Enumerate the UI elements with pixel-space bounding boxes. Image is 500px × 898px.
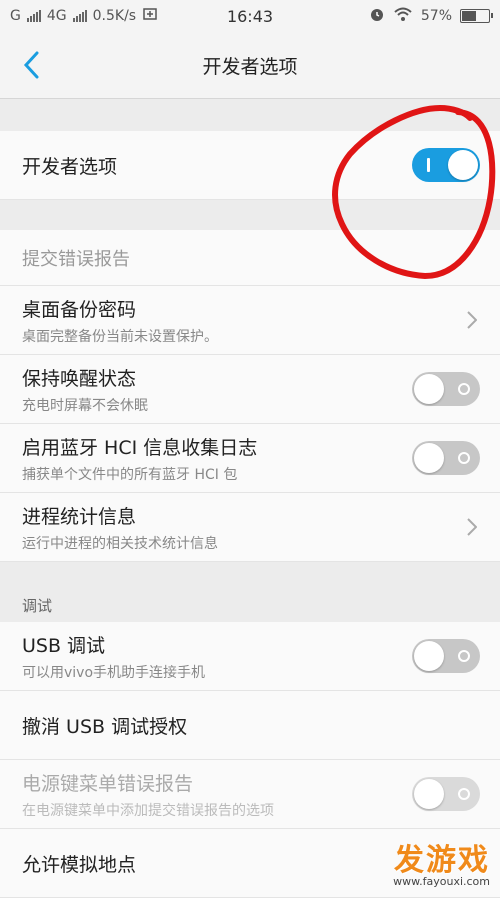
power-menu-bug-report-summary: 在电源键菜单中添加提交错误报告的选项 (22, 802, 274, 819)
chevron-right-icon (464, 514, 480, 540)
revoke-usb-auth-row[interactable]: 撤消 USB 调试授权 (0, 691, 500, 760)
stay-awake-row[interactable]: 保持唤醒状态 充电时屏幕不会休眠 (0, 355, 500, 424)
usb-debugging-toggle[interactable] (412, 639, 480, 673)
desktop-backup-password-summary: 桌面完整备份当前未设置保护。 (22, 328, 218, 345)
carrier-label-2: 4G (46, 8, 67, 24)
process-stats-label: 进程统计信息 (22, 505, 137, 528)
developer-options-row[interactable]: 开发者选项 (0, 131, 500, 200)
chevron-right-icon (464, 307, 480, 333)
site-watermark: 发游戏 www.fayouxi.com (393, 835, 490, 888)
power-menu-bug-report-label: 电源键菜单错误报告 (22, 772, 194, 795)
network-speed: 0.5K/s (92, 8, 137, 24)
revoke-usb-auth-label: 撤消 USB 调试授权 (22, 715, 188, 738)
status-bar: G 4G 0.5K/s 16:43 57% (0, 0, 500, 32)
stay-awake-label: 保持唤醒状态 (22, 367, 137, 390)
bluetooth-hci-log-summary: 捕获单个文件中的所有蓝牙 HCI 包 (22, 466, 238, 483)
watermark-url: www.fayouxi.com (393, 875, 490, 888)
desktop-backup-password-label: 桌面备份密码 (22, 298, 137, 321)
debug-section-title: 调试 (22, 597, 53, 615)
usb-debugging-row[interactable]: USB 调试 可以用vivo手机助手连接手机 (0, 622, 500, 691)
back-button[interactable] (14, 48, 48, 82)
submit-bug-report-row[interactable]: 提交错误报告 (0, 230, 500, 286)
wifi-icon (393, 6, 413, 26)
alarm-icon (369, 6, 385, 26)
page-title: 开发者选项 (202, 55, 298, 78)
bluetooth-hci-log-toggle[interactable] (412, 441, 480, 475)
chevron-left-icon (23, 51, 39, 79)
spacer (0, 200, 500, 230)
usb-debugging-summary: 可以用vivo手机助手连接手机 (22, 664, 206, 681)
title-bar: 开发者选项 (0, 32, 500, 99)
battery-percent: 57% (420, 8, 452, 24)
process-stats-summary: 运行中进程的相关技术统计信息 (22, 535, 218, 552)
signal-icon (26, 10, 41, 22)
bluetooth-hci-log-row[interactable]: 启用蓝牙 HCI 信息收集日志 捕获单个文件中的所有蓝牙 HCI 包 (0, 424, 500, 493)
developer-options-toggle[interactable] (412, 148, 480, 182)
signal-icon (72, 10, 87, 22)
battery-icon (460, 9, 493, 23)
stay-awake-summary: 充电时屏幕不会休眠 (22, 397, 148, 414)
debug-section-header: 调试 (0, 562, 500, 622)
power-menu-bug-report-toggle (412, 777, 480, 811)
usb-debug-icon (142, 7, 158, 25)
power-menu-bug-report-row: 电源键菜单错误报告 在电源键菜单中添加提交错误报告的选项 (0, 760, 500, 829)
spacer (0, 99, 500, 131)
stay-awake-toggle[interactable] (412, 372, 480, 406)
bluetooth-hci-log-label: 启用蓝牙 HCI 信息收集日志 (22, 436, 258, 459)
usb-debugging-label: USB 调试 (22, 634, 106, 657)
process-stats-row[interactable]: 进程统计信息 运行中进程的相关技术统计信息 (0, 493, 500, 562)
carrier-label-1: G (10, 8, 21, 24)
developer-options-label: 开发者选项 (22, 155, 118, 178)
watermark-logo-text: 发游戏 (394, 843, 490, 878)
desktop-backup-password-row[interactable]: 桌面备份密码 桌面完整备份当前未设置保护。 (0, 286, 500, 355)
submit-bug-report-label: 提交错误报告 (22, 249, 130, 270)
